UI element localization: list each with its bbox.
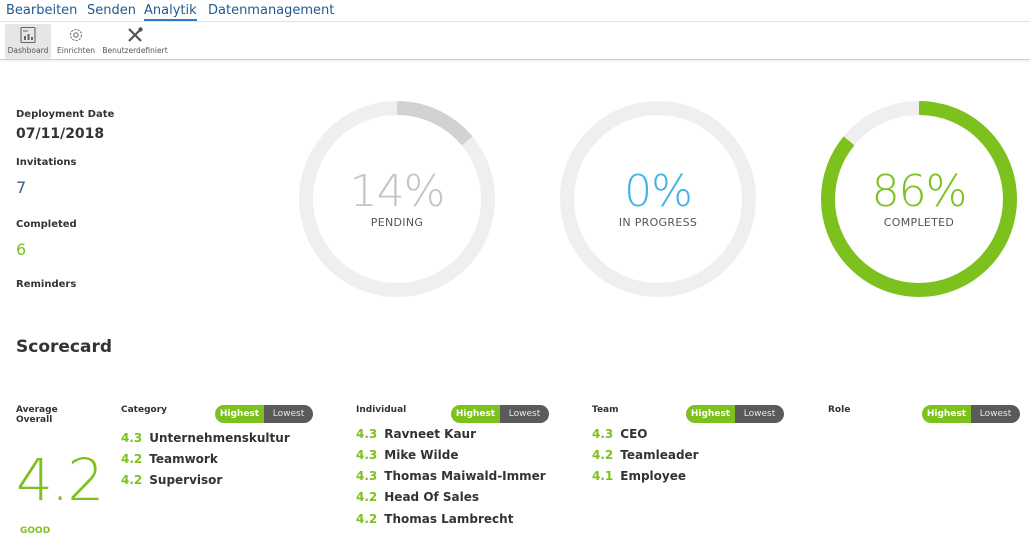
role-highest-button[interactable]: Highest	[922, 405, 971, 423]
individual-lowest-button[interactable]: Lowest	[500, 405, 549, 423]
pending-gauge: 14% PENDING	[298, 100, 496, 298]
dashboard-button[interactable]: Dashboard	[5, 24, 51, 59]
role-toggle: Highest Lowest	[922, 405, 1020, 423]
tools-icon	[128, 27, 143, 42]
custom-button[interactable]: Benutzerdefiniert	[100, 24, 170, 59]
list-item: 4.3 Mike Wilde	[356, 448, 459, 462]
list-item: 4.2 Supervisor	[121, 473, 223, 487]
average-overall-value: 4.2	[16, 446, 104, 514]
completed-label: Completed	[16, 219, 77, 230]
dashboard-label: Dashboard	[7, 46, 49, 55]
average-rating: GOOD	[20, 526, 51, 536]
list-item: 4.3 Thomas Maiwald-Immer	[356, 469, 546, 483]
toolbar: Dashboard Einrichten Benutzerdefiniert	[0, 23, 1030, 60]
team-highest-button[interactable]: Highest	[686, 405, 735, 423]
average-overall-label: Average Overall	[16, 405, 58, 425]
list-item: 4.2 Teamleader	[592, 448, 699, 462]
team-lowest-button[interactable]: Lowest	[735, 405, 784, 423]
completed-gauge: 86% COMPLETED	[820, 100, 1018, 298]
gear-icon	[69, 28, 83, 42]
role-label: Role	[828, 405, 851, 415]
role-lowest-button[interactable]: Lowest	[971, 405, 1020, 423]
pending-caption: PENDING	[370, 216, 424, 229]
list-item: 4.2 Thomas Lambrecht	[356, 512, 514, 526]
category-highest-button[interactable]: Highest	[215, 405, 264, 423]
category-toggle: Highest Lowest	[215, 405, 313, 423]
completed-value: 6	[16, 240, 27, 259]
menu-bearbeiten[interactable]: Bearbeiten	[6, 3, 77, 18]
list-item: 4.3 CEO	[592, 427, 648, 441]
individual-label: Individual	[356, 405, 407, 415]
team-toggle: Highest Lowest	[686, 405, 784, 423]
top-menu-bar: Bearbeiten Senden Analytik Datenmanageme…	[0, 0, 1030, 22]
list-item: 4.1 Employee	[592, 469, 687, 483]
dashboard-icon	[20, 26, 36, 44]
reminders-label: Reminders	[16, 279, 77, 290]
list-item: 4.3 Unternehmenskultur	[121, 431, 290, 445]
category-label: Category	[121, 405, 168, 415]
list-item: 4.2 Teamwork	[121, 452, 218, 466]
deployment-date-label: Deployment Date	[16, 109, 115, 120]
pending-percent: 14%	[349, 166, 446, 217]
individual-toggle: Highest Lowest	[451, 405, 549, 423]
in-progress-percent: 0%	[624, 166, 693, 217]
setup-label: Einrichten	[57, 46, 95, 55]
invitations-value: 7	[16, 178, 27, 197]
completed-percent: 86%	[871, 166, 968, 217]
completed-caption: COMPLETED	[883, 216, 955, 229]
menu-analytik[interactable]: Analytik	[144, 3, 197, 21]
list-item: 4.2 Head Of Sales	[356, 490, 480, 504]
invitations-label: Invitations	[16, 157, 77, 168]
menu-datenmanagement[interactable]: Datenmanagement	[208, 3, 334, 18]
category-lowest-button[interactable]: Lowest	[264, 405, 313, 423]
scorecard-title: Scorecard	[16, 337, 113, 357]
in-progress-caption: IN PROGRESS	[618, 216, 698, 229]
menu-senden[interactable]: Senden	[87, 3, 136, 18]
individual-highest-button[interactable]: Highest	[451, 405, 500, 423]
team-label: Team	[592, 405, 619, 415]
custom-label: Benutzerdefiniert	[102, 46, 168, 55]
deployment-date-value: 07/11/2018	[16, 126, 105, 142]
in-progress-gauge: 0% IN PROGRESS	[559, 100, 757, 298]
list-item: 4.3 Ravneet Kaur	[356, 427, 477, 441]
setup-button[interactable]: Einrichten	[55, 24, 97, 59]
